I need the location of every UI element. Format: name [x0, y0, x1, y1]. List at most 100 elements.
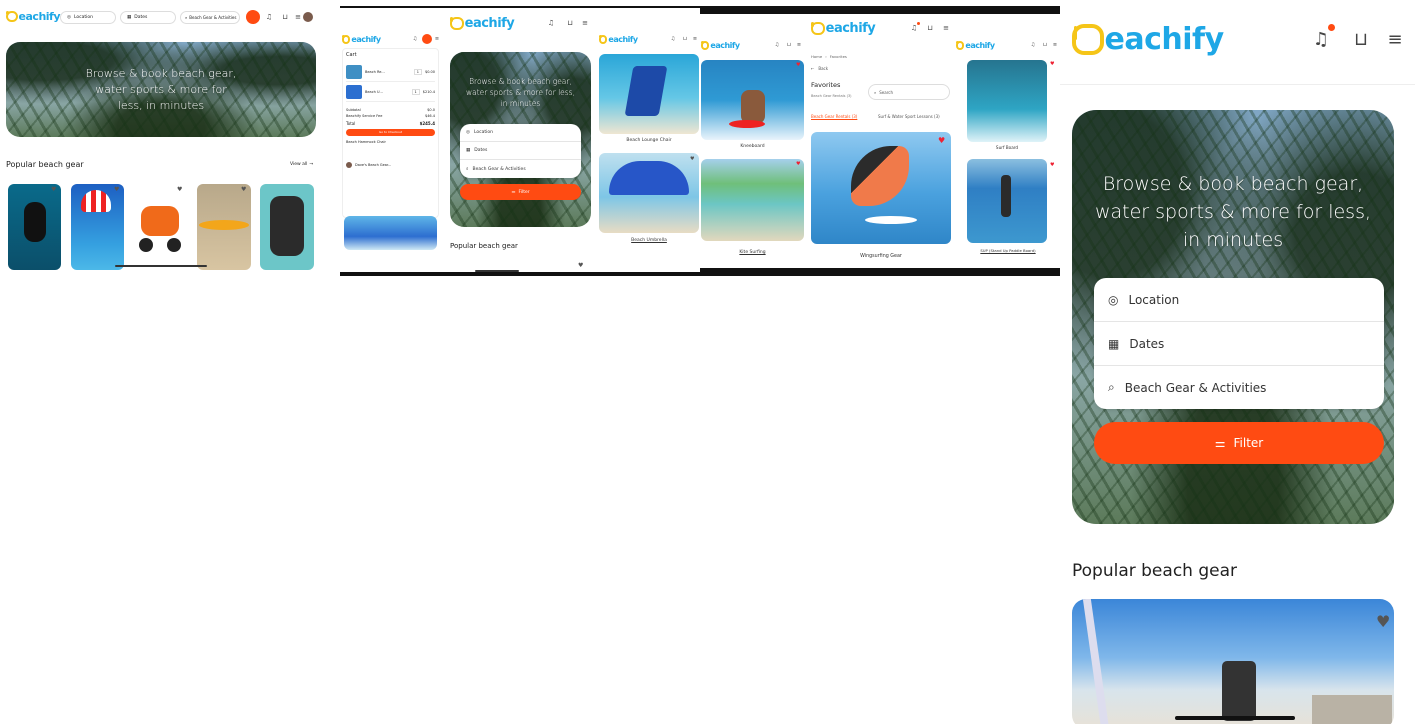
- cart-icon[interactable]: ⊔: [926, 23, 934, 33]
- brand-logo-tablet[interactable]: eachify: [811, 21, 876, 36]
- cart-preview-image: [344, 216, 437, 250]
- location-pin-icon: ◎: [67, 15, 71, 20]
- panel-tablet-cart: eachify ♫ ≡ Cart Beach Re... 1 $0.00 Bea…: [340, 6, 700, 276]
- fav-label[interactable]: Kneeboard: [701, 144, 804, 149]
- cart-icon[interactable]: ⊔: [682, 35, 688, 43]
- checkout-button[interactable]: Go to Checkout: [346, 129, 435, 136]
- filter-button[interactable]: ⚌ Filter: [460, 184, 581, 200]
- menu-icon[interactable]: ≡: [294, 11, 302, 23]
- fav-card-sup[interactable]: [967, 159, 1047, 243]
- cart-extra-item: Beach Hammock Chair: [346, 140, 386, 144]
- heart-filled-icon[interactable]: ♥: [1050, 162, 1054, 168]
- cart-item-qty[interactable]: 1: [411, 88, 420, 95]
- tab-gear-rentals[interactable]: Beach Gear Rentals (3): [811, 114, 857, 119]
- product-label[interactable]: Beach Umbrella: [599, 238, 699, 243]
- product-card-scuba[interactable]: [8, 184, 61, 270]
- breadcrumb-home[interactable]: Home: [811, 54, 822, 59]
- heart-icon[interactable]: ♥: [177, 186, 182, 193]
- brand-name: eachify: [825, 21, 876, 36]
- menu-icon[interactable]: ≡: [581, 18, 589, 28]
- view-all-link[interactable]: View all →: [290, 162, 313, 167]
- tab-lessons[interactable]: Surf & Water Sport Lessons (3): [878, 114, 940, 119]
- fav-label[interactable]: Wingsurfing Gear: [811, 254, 951, 259]
- brand-logo-small[interactable]: eachify: [342, 35, 381, 44]
- vendor-name: Dave's Beach Gear...: [355, 163, 392, 167]
- product-card-beach-chair-phone[interactable]: [1072, 599, 1394, 724]
- brand-logo-tablet[interactable]: eachify: [450, 16, 515, 31]
- product-card-kayak[interactable]: [197, 184, 251, 270]
- bell-icon[interactable]: ♫: [264, 11, 274, 23]
- bell-icon[interactable]: ♫: [1030, 41, 1036, 49]
- scroll-indicator: [475, 270, 519, 272]
- gear-search-pill[interactable]: ⌕ Beach Gear & Activities: [180, 11, 240, 24]
- heart-icon[interactable]: ♥: [690, 156, 694, 162]
- heart-filled-icon[interactable]: ♥: [938, 136, 945, 145]
- heart-icon[interactable]: ♥: [241, 186, 246, 193]
- brand-logo-small[interactable]: eachify: [599, 35, 638, 44]
- fav-card-wingsurfing[interactable]: [811, 132, 951, 244]
- bell-icon[interactable]: ♫: [774, 41, 780, 49]
- menu-icon[interactable]: ≡: [942, 23, 950, 33]
- cart-icon[interactable]: ⊔: [786, 41, 792, 49]
- menu-icon[interactable]: ≡: [692, 35, 698, 43]
- cart-icon[interactable]: ⊔: [280, 11, 290, 23]
- favorites-search-input[interactable]: ⌕ Search: [868, 84, 950, 100]
- menu-icon[interactable]: ≡: [796, 41, 802, 49]
- fav-card-kite-surfing[interactable]: [701, 159, 804, 241]
- favorites-title: Favorites: [811, 81, 841, 89]
- heart-filled-icon[interactable]: ♥: [796, 161, 800, 167]
- brand-logo-small[interactable]: eachify: [956, 41, 995, 50]
- cart-icon[interactable]: ⊔: [566, 18, 574, 28]
- dates-pill[interactable]: ▦ Dates: [120, 11, 176, 24]
- heart-icon[interactable]: ♥: [51, 186, 56, 193]
- location-field[interactable]: ◎ Location: [460, 124, 581, 142]
- back-link[interactable]: ← Back: [811, 66, 828, 71]
- product-card-lounge-chair[interactable]: [599, 54, 699, 134]
- brand-logo-large[interactable]: eachify: [1072, 22, 1224, 57]
- fav-card-kneeboard[interactable]: [701, 60, 804, 140]
- product-label[interactable]: Beach Lounge Chair: [599, 138, 699, 143]
- dates-field[interactable]: ▦ Dates: [460, 142, 581, 160]
- hero-banner: Browse & book beach gear, water sports &…: [6, 42, 316, 137]
- fav-card-surf-board[interactable]: [967, 60, 1047, 142]
- avatar[interactable]: [303, 12, 313, 22]
- product-card-scooter[interactable]: [133, 184, 187, 270]
- bell-icon[interactable]: ♫: [1310, 28, 1332, 50]
- location-label: Location: [473, 130, 493, 135]
- vendor-row[interactable]: Dave's Beach Gear...: [346, 162, 435, 168]
- heart-filled-icon[interactable]: ♥: [1050, 61, 1054, 67]
- gear-field[interactable]: ⌕ Beach Gear & Activities: [460, 160, 581, 178]
- menu-icon[interactable]: ≡: [1052, 41, 1058, 49]
- fav-label[interactable]: Kite Surfing: [701, 250, 804, 255]
- fav-label[interactable]: SUP (Stand Up Paddle Board): [962, 248, 1054, 253]
- cart-item-qty[interactable]: 1: [413, 68, 422, 75]
- location-field[interactable]: ◎ Location: [1094, 278, 1384, 322]
- menu-icon[interactable]: ≡: [1384, 28, 1406, 50]
- brand-logo-small[interactable]: eachify: [701, 41, 740, 50]
- dates-field[interactable]: ▦ Dates: [1094, 322, 1384, 366]
- bell-icon[interactable]: ♫: [412, 35, 418, 43]
- filter-button[interactable]: ⚌ Filter: [1094, 422, 1384, 464]
- calendar-icon: ▦: [466, 148, 471, 153]
- product-card-umbrella[interactable]: [599, 153, 699, 233]
- filter-round-button[interactable]: [246, 10, 260, 24]
- bell-icon[interactable]: ♫: [670, 35, 676, 43]
- heart-filled-icon[interactable]: ♥: [796, 62, 800, 68]
- brand-logo[interactable]: eachify: [6, 10, 61, 23]
- heart-icon[interactable]: ♥: [578, 262, 583, 269]
- brand-name: eachify: [18, 10, 61, 23]
- fav-label[interactable]: Surf Board: [967, 145, 1047, 150]
- location-label: Location: [73, 15, 93, 20]
- product-card-parasail[interactable]: [71, 184, 124, 270]
- location-pill[interactable]: ◎ Location: [60, 11, 116, 24]
- product-card-car-seat[interactable]: [260, 184, 314, 270]
- bell-icon[interactable]: ♫: [547, 18, 555, 28]
- heart-icon[interactable]: ♥: [114, 186, 119, 193]
- menu-icon[interactable]: ≡: [434, 35, 440, 43]
- cart-icon[interactable]: ⊔: [1350, 28, 1372, 50]
- cart-badge-button[interactable]: [422, 34, 432, 44]
- gear-field[interactable]: ⌕ Beach Gear & Activities: [1094, 366, 1384, 409]
- cart-icon[interactable]: ⊔: [1042, 41, 1048, 49]
- heart-icon[interactable]: ♥: [1376, 612, 1390, 631]
- notification-dot: [917, 22, 920, 25]
